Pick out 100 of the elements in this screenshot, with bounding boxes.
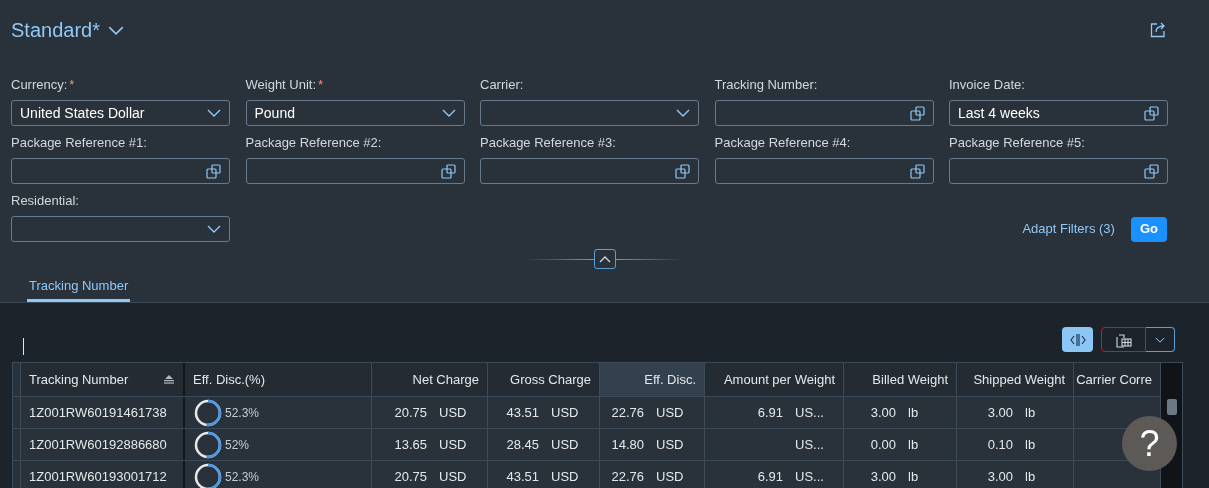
chevron-down-icon <box>1155 336 1165 343</box>
amount-value: 6.91 <box>757 467 783 486</box>
unit-text: US... <box>795 435 825 454</box>
required-mark: * <box>69 76 75 95</box>
chevron-down-icon <box>207 109 221 117</box>
input-field[interactable] <box>714 158 934 184</box>
unit-text: lb <box>1025 435 1037 454</box>
value-help-icon <box>440 163 456 179</box>
select-field[interactable] <box>11 216 230 242</box>
field-label: Carrier: <box>480 76 524 95</box>
resize-icon <box>1069 332 1086 347</box>
unit-text: USD <box>551 403 580 422</box>
field-label: Package Reference #4: <box>714 134 851 153</box>
select-field[interactable]: Pound <box>245 100 465 126</box>
amount-value: 43.51 <box>506 467 539 486</box>
unit-text: US... <box>795 467 825 486</box>
column-resize-toggle[interactable] <box>1062 327 1093 352</box>
input-field[interactable] <box>11 158 230 184</box>
value-help-icon <box>909 163 925 179</box>
input-field[interactable] <box>949 158 1168 184</box>
progress-ring <box>193 397 223 428</box>
value-help-icon <box>909 105 925 121</box>
field-label: Weight Unit: <box>245 76 317 95</box>
unit-text: lb <box>908 403 920 422</box>
percent-text: 52.3% <box>225 404 260 422</box>
progress-ring <box>193 429 223 460</box>
unit-text: US... <box>795 403 825 422</box>
amount-value: 0.10 <box>987 435 1013 454</box>
input-field[interactable] <box>480 158 699 184</box>
percent-text: 52% <box>225 436 250 454</box>
column-header[interactable]: Net Charge <box>372 363 488 396</box>
progress-ring <box>193 461 223 488</box>
field-label: Tracking Number: <box>714 76 818 95</box>
column-header[interactable]: Gross Charge <box>488 363 600 396</box>
column-header[interactable]: Eff. Disc.(%) <box>185 363 372 396</box>
percent-text: 52.3% <box>225 468 260 486</box>
table-cell-text: 1Z001RW60193001712 <box>29 467 167 486</box>
amount-value: 3.00 <box>870 467 896 486</box>
column-header[interactable]: Carrier Corre <box>1074 363 1161 396</box>
unit-text: USD <box>551 467 580 486</box>
chevron-down-icon <box>676 109 690 117</box>
amount-value: 22.76 <box>611 467 644 486</box>
chevron-down-icon <box>441 109 456 117</box>
input-field[interactable] <box>245 158 465 184</box>
amount-value: 14.80 <box>611 435 644 454</box>
amount-value: 43.51 <box>506 403 539 422</box>
required-mark: * <box>318 76 324 95</box>
column-header[interactable]: Amount per Weight <box>705 363 844 396</box>
value-help-icon <box>206 163 221 179</box>
amount-value: 13.65 <box>394 435 427 454</box>
column-header[interactable]: Billed Weight <box>844 363 957 396</box>
column-header[interactable]: Tracking Number <box>21 363 185 396</box>
unit-text: lb <box>1025 467 1037 486</box>
collapse-button[interactable] <box>593 249 616 269</box>
column-header[interactable]: Shipped Weight <box>957 363 1074 396</box>
field-label: Invoice Date: <box>949 76 1025 95</box>
export-menu-button[interactable] <box>1146 327 1175 352</box>
field-label: Currency: <box>11 76 68 95</box>
amount-value: 28.45 <box>506 435 539 454</box>
field-label: Residential: <box>11 192 79 211</box>
chevron-down-icon <box>107 25 124 35</box>
scrollbar-thumb[interactable] <box>1166 399 1177 415</box>
field-label: Package Reference #2: <box>245 134 382 153</box>
amount-value: 6.91 <box>757 403 783 422</box>
select-field[interactable]: United States Dollar <box>11 100 230 126</box>
select-field[interactable] <box>480 100 699 126</box>
chevron-down-icon <box>207 225 221 233</box>
unit-text: USD <box>656 467 685 486</box>
unit-text: USD <box>656 435 685 454</box>
amount-value: 3.00 <box>870 403 896 422</box>
field-label: Package Reference #5: <box>949 134 1085 153</box>
variant-selector[interactable]: Standard* <box>11 15 124 45</box>
amount-value: 20.75 <box>394 403 427 422</box>
amount-value: 3.00 <box>987 467 1013 486</box>
value-help-icon <box>675 163 690 179</box>
text-cursor <box>23 338 24 355</box>
share-icon[interactable] <box>1150 22 1166 38</box>
unit-text: USD <box>656 403 685 422</box>
unit-text: lb <box>1025 403 1037 422</box>
unit-text: USD <box>551 435 580 454</box>
spreadsheet-export-icon <box>1114 331 1133 348</box>
unit-text: lb <box>908 435 920 454</box>
unit-text: USD <box>439 435 468 454</box>
amount-value: 20.75 <box>394 467 427 486</box>
input-field[interactable] <box>714 100 934 126</box>
chevron-up-icon <box>598 255 611 263</box>
field-label: Package Reference #1: <box>11 134 147 153</box>
adapt-filters-link[interactable]: Adapt Filters (3) <box>1022 219 1115 239</box>
unit-text: USD <box>439 403 468 422</box>
unit-text: lb <box>908 467 920 486</box>
table-cell-text: 1Z001RW60192886680 <box>29 435 167 454</box>
unit-text: USD <box>439 467 468 486</box>
tab[interactable]: Tracking Number <box>27 272 131 302</box>
column-header[interactable]: Eff. Disc. <box>600 363 705 396</box>
input-field[interactable]: Last 4 weeks <box>949 100 1168 126</box>
value-help-icon <box>1144 105 1159 121</box>
amount-value: 0.00 <box>870 435 896 454</box>
table-cell-text: 1Z001RW60191461738 <box>29 403 167 422</box>
amount-value: 22.76 <box>611 403 644 422</box>
export-button[interactable] <box>1101 327 1146 352</box>
